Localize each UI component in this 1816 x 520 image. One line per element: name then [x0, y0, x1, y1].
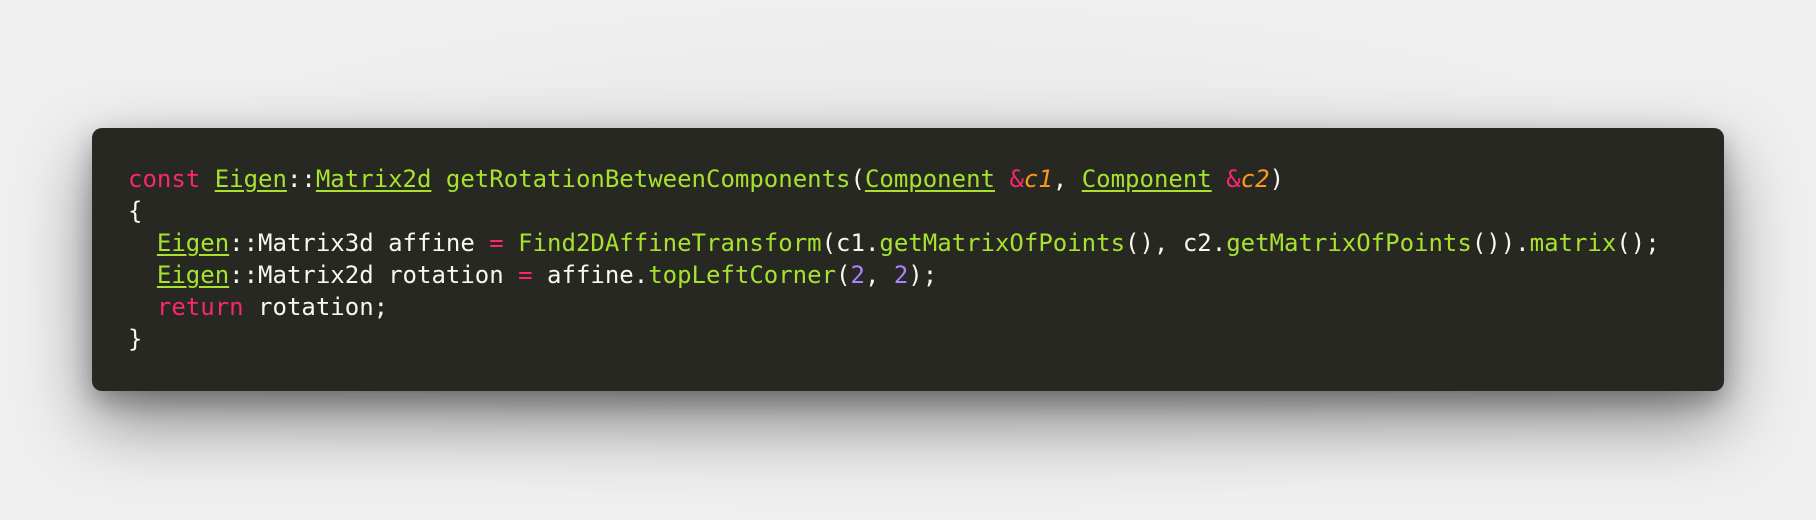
function-getmatrixofpoints-1: getMatrixOfPoints [879, 229, 1126, 257]
assign-operator: = [518, 261, 533, 289]
type-eigen: Eigen [156, 261, 230, 289]
function-topleftcorner: topLeftCorner [648, 261, 837, 289]
param-c2: c2 [1240, 165, 1270, 193]
declaration-text: ::Matrix3d affine [229, 229, 490, 257]
call-text-1: affine. [532, 261, 649, 289]
type-eigen: Eigen [156, 229, 230, 257]
function-name: getRotationBetweenComponents [445, 165, 851, 193]
number-literal-2: 2 [893, 261, 909, 289]
call-text-4: (); [1616, 229, 1660, 257]
brace-open: { [128, 197, 143, 225]
param-comma: , [1052, 165, 1082, 193]
keyword-return: return [156, 293, 244, 321]
keyword-const: const [128, 165, 201, 193]
type-component-2: Component [1081, 165, 1212, 193]
call-text-3: , [864, 261, 894, 289]
code-line-3: Eigen::Matrix3d affine = Find2DAffineTra… [128, 227, 1688, 259]
code-line-1: const Eigen::Matrix2d getRotationBetween… [128, 163, 1688, 195]
paren-open: ( [850, 165, 865, 193]
type-eigen: Eigen [214, 165, 287, 193]
code-window: const Eigen::Matrix2d getRotationBetween… [92, 128, 1724, 391]
reference-ampersand-2: & [1226, 165, 1241, 193]
function-find2daffinetransform: Find2DAffineTransform [518, 229, 822, 257]
return-text: rotation; [243, 293, 389, 321]
number-literal-1: 2 [850, 261, 865, 289]
scope-separator: :: [286, 165, 316, 193]
paren-close: ) [1269, 165, 1285, 193]
call-text-2: ( [836, 261, 851, 289]
call-text-4: ); [908, 261, 938, 289]
param-c1: c1 [1023, 165, 1053, 193]
brace-close: } [128, 325, 143, 353]
function-getmatrixofpoints-2: getMatrixOfPoints [1226, 229, 1472, 257]
code-line-6: } [128, 323, 1688, 355]
assign-operator: = [489, 229, 504, 257]
call-text-3: ()). [1471, 229, 1530, 257]
type-matrix2d: Matrix2d [315, 165, 432, 193]
page-background: const Eigen::Matrix2d getRotationBetween… [0, 0, 1816, 520]
code-line-2: { [128, 195, 1688, 227]
code-block: const Eigen::Matrix2d getRotationBetween… [128, 163, 1688, 355]
reference-ampersand-1: & [1009, 165, 1024, 193]
code-line-4: Eigen::Matrix2d rotation = affine.topLef… [128, 259, 1688, 291]
type-component-1: Component [864, 165, 995, 193]
call-text-1: (c1. [821, 229, 880, 257]
call-text-2: (), c2. [1125, 229, 1227, 257]
function-matrix: matrix [1529, 229, 1617, 257]
declaration-text: ::Matrix2d rotation [229, 261, 519, 289]
code-line-5: return rotation; [128, 291, 1688, 323]
